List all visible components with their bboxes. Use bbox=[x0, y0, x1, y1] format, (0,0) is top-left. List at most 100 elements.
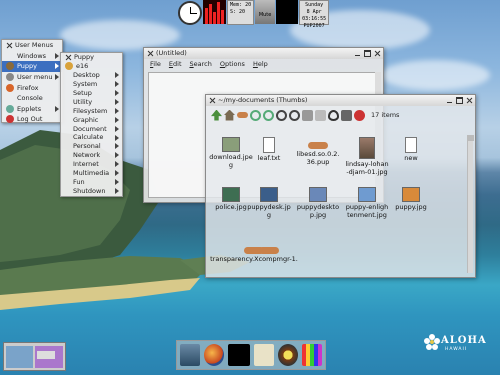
media-icon[interactable] bbox=[278, 344, 298, 366]
file-item[interactable]: puppy.jpg bbox=[389, 187, 433, 212]
menu-file[interactable]: File bbox=[150, 59, 161, 70]
analog-clock-icon bbox=[178, 1, 202, 25]
menu-item-windows[interactable]: Windows bbox=[2, 51, 62, 62]
menu-item-log-out[interactable]: Log Out bbox=[2, 114, 62, 125]
menu-item-epplets[interactable]: Epplets bbox=[2, 104, 62, 115]
logout-icon bbox=[6, 115, 14, 124]
menu-item-label: Windows bbox=[17, 51, 47, 60]
package-icon bbox=[308, 142, 328, 149]
chevron-right-icon bbox=[55, 105, 59, 112]
minimize-icon[interactable] bbox=[446, 97, 453, 104]
submenu-item-label: Utility bbox=[73, 97, 93, 106]
maximize-icon[interactable] bbox=[364, 50, 371, 57]
epplets-icon bbox=[6, 104, 14, 113]
eye-icon[interactable] bbox=[328, 109, 339, 121]
pager-mini[interactable] bbox=[276, 0, 299, 24]
submenu-item-personal[interactable]: Personal bbox=[61, 142, 122, 151]
up-icon[interactable] bbox=[211, 109, 222, 121]
editor-titlebar[interactable]: (Untitled) bbox=[144, 48, 383, 59]
submenu-item-graphic[interactable]: Graphic bbox=[61, 115, 122, 124]
submenu-item-label: Network bbox=[73, 151, 101, 160]
submenu-item-calculate[interactable]: Calculate bbox=[61, 133, 122, 142]
menu-item-console[interactable]: Console bbox=[2, 93, 62, 104]
file-item[interactable] bbox=[247, 242, 291, 256]
menu-help[interactable]: Help bbox=[253, 59, 268, 70]
file-item[interactable]: leaf.txt bbox=[247, 137, 291, 163]
file-item[interactable]: puppydesktop.jpg bbox=[296, 187, 340, 219]
items-count: 17 items bbox=[371, 111, 400, 119]
file-item[interactable]: lindsay-lohan-djam-01.jpg bbox=[345, 137, 389, 176]
submenu-item-e16[interactable]: e16 bbox=[61, 62, 122, 71]
submenu-item-document[interactable]: Document bbox=[61, 124, 122, 133]
menu-item-firefox[interactable]: Firefox bbox=[2, 82, 62, 93]
text-file-icon bbox=[263, 137, 275, 153]
filer-titlebar[interactable]: ~/my-documents (Thumbs) bbox=[206, 95, 475, 106]
text-file-icon bbox=[405, 137, 417, 153]
submenu-item-desktop[interactable]: Desktop bbox=[61, 71, 122, 80]
menu-edit[interactable]: Edit bbox=[169, 59, 182, 70]
menu-item-user-menu[interactable]: User menu bbox=[2, 72, 62, 83]
sort-icon[interactable] bbox=[315, 109, 326, 121]
zoom-in-icon[interactable] bbox=[276, 109, 287, 121]
submenu-item-label: Setup bbox=[73, 89, 92, 97]
close-icon[interactable] bbox=[147, 50, 154, 57]
submenu-item-filesystem[interactable]: Filesystem bbox=[61, 106, 122, 115]
submenu-item-shutdown[interactable]: Shutdown bbox=[61, 186, 122, 195]
submenu-item-utility[interactable]: Utility bbox=[61, 97, 122, 106]
submenu-item-internet[interactable]: Internet bbox=[61, 160, 122, 169]
refresh-icon[interactable] bbox=[250, 109, 261, 121]
image-thumbnail bbox=[359, 137, 375, 159]
minimize-icon[interactable] bbox=[354, 50, 361, 57]
filer-scrollbar[interactable] bbox=[467, 135, 474, 273]
list-icon[interactable] bbox=[302, 109, 313, 121]
zoom-out-icon[interactable] bbox=[289, 109, 300, 121]
user-menus: User Menus Windows Puppy User menu Firefox Co… bbox=[1, 39, 63, 125]
e16-icon bbox=[65, 62, 73, 71]
menu-item-label: Log Out bbox=[17, 115, 43, 124]
notes-icon[interactable] bbox=[254, 344, 274, 366]
paint-icon[interactable] bbox=[302, 344, 322, 366]
menu-options[interactable]: Options bbox=[220, 59, 245, 70]
flower-icon bbox=[424, 334, 440, 350]
terminal-icon[interactable] bbox=[228, 344, 250, 366]
date-clock: Sunday 8 Apr 03:16:55 PUP2007 bbox=[299, 0, 330, 29]
submenu-item-setup[interactable]: Setup bbox=[61, 89, 122, 98]
submenu-item-network[interactable]: Network bbox=[61, 151, 122, 160]
chevron-right-icon bbox=[115, 152, 119, 159]
close-icon[interactable] bbox=[65, 54, 72, 61]
firefox-icon[interactable] bbox=[204, 344, 224, 366]
menu-search[interactable]: Search bbox=[190, 59, 212, 70]
submenu-item-fun[interactable]: Fun bbox=[61, 177, 122, 186]
mute-button[interactable]: Mute bbox=[255, 0, 276, 24]
close-icon[interactable] bbox=[209, 97, 216, 104]
file-name: lindsay-lohan-djam-01.jpg bbox=[345, 160, 389, 176]
file-item[interactable]: puppy-enlightenment.jpg bbox=[345, 187, 389, 219]
submenu-item-label: Fun bbox=[73, 177, 85, 186]
maximize-icon[interactable] bbox=[456, 97, 463, 104]
menu-item-puppy[interactable]: Puppy bbox=[2, 61, 62, 72]
desktop-pager[interactable] bbox=[3, 342, 66, 371]
chevron-right-icon bbox=[115, 134, 119, 141]
submenu-item-multimedia[interactable]: Multimedia bbox=[61, 169, 122, 178]
file-item[interactable]: new bbox=[389, 137, 433, 163]
file-name: libesd.so.0.2.36.pup bbox=[296, 150, 340, 166]
file-manager-window: ~/my-documents (Thumbs) 17 items downloa… bbox=[205, 94, 476, 278]
filer-toolbar: 17 items bbox=[206, 106, 475, 124]
refresh-icon[interactable] bbox=[263, 109, 274, 121]
bone-icon[interactable] bbox=[237, 112, 248, 118]
file-item[interactable]: libesd.so.0.2.36.pup bbox=[296, 137, 340, 166]
home-icon[interactable] bbox=[224, 109, 235, 121]
menu-item-label: Epplets bbox=[17, 104, 42, 113]
chevron-right-icon bbox=[115, 90, 119, 97]
screen-icon[interactable] bbox=[180, 344, 200, 366]
submenu-item-system[interactable]: System bbox=[61, 80, 122, 89]
close-icon[interactable] bbox=[374, 50, 381, 57]
help-icon[interactable] bbox=[354, 109, 365, 121]
details-icon[interactable] bbox=[341, 109, 352, 121]
submenu-item-puppy[interactable]: Puppy bbox=[61, 53, 122, 62]
aloha-hawaii-logo: ALOHA HAWAII bbox=[423, 333, 486, 353]
menu-item-user-menus[interactable]: User Menus bbox=[2, 40, 62, 51]
file-item[interactable]: puppydesk.jpg bbox=[247, 187, 291, 219]
chevron-right-icon bbox=[115, 116, 119, 123]
close-icon[interactable] bbox=[466, 97, 473, 104]
